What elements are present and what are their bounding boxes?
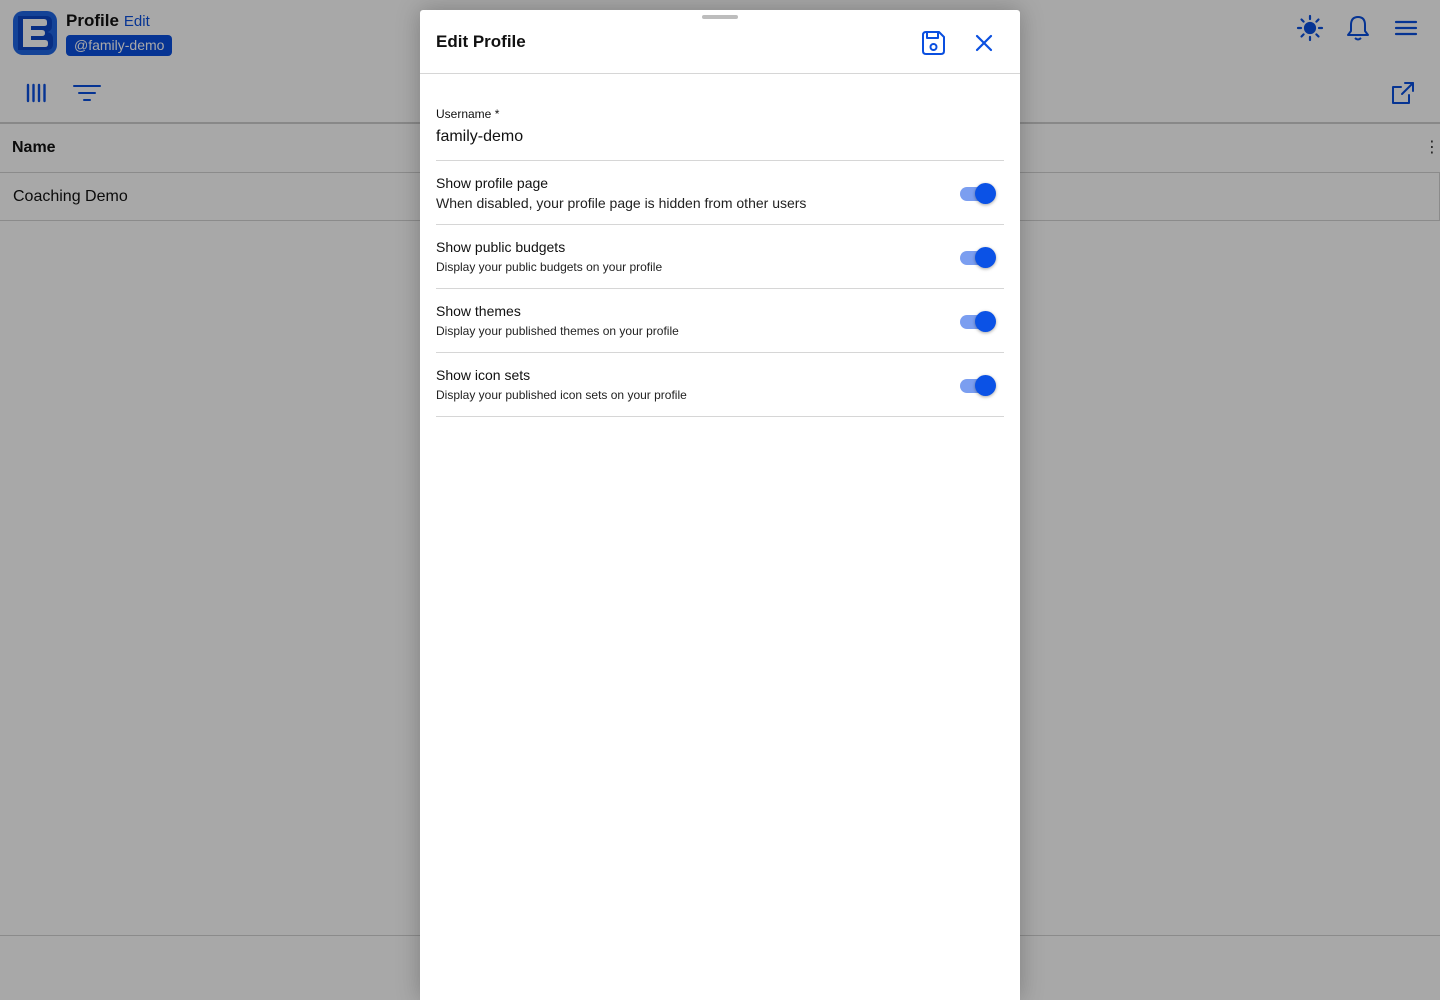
setting-description: Display your published themes on your pr… (436, 324, 679, 338)
username-field: Username * (436, 104, 1004, 161)
setting-title: Show public budgets (436, 239, 566, 255)
save-icon (922, 31, 945, 55)
setting-title: Show icon sets (436, 367, 531, 383)
setting-title: Show profile page (436, 175, 549, 191)
username-input[interactable] (436, 128, 1004, 146)
edit-profile-sheet: Edit Profile Username * Show profile pag… (420, 10, 1020, 1000)
setting-show-public-budgets: Show public budgets Display your public … (436, 225, 1004, 289)
setting-title: Show themes (436, 303, 521, 319)
show-profile-page-toggle[interactable] (960, 182, 996, 204)
setting-description: Display your published icon sets on your… (436, 388, 687, 402)
username-label: Username * (436, 107, 500, 121)
sheet-header: Edit Profile (420, 10, 1020, 74)
setting-description: When disabled, your profile page is hidd… (436, 195, 807, 211)
setting-show-profile-page: Show profile page When disabled, your pr… (436, 161, 1004, 225)
close-button[interactable] (967, 26, 1001, 60)
close-icon (975, 34, 993, 52)
sheet-title: Edit Profile (436, 32, 526, 51)
setting-description: Display your public budgets on your prof… (436, 260, 663, 274)
edit-profile-form: Username * Show profile page When disabl… (436, 104, 1004, 417)
show-public-budgets-toggle[interactable] (960, 246, 996, 268)
sheet-drag-handle[interactable] (702, 15, 738, 19)
show-themes-toggle[interactable] (960, 310, 996, 332)
show-icon-sets-toggle[interactable] (960, 374, 996, 396)
save-button[interactable] (916, 26, 950, 60)
setting-show-icon-sets: Show icon sets Display your published ic… (436, 353, 1004, 417)
setting-show-themes: Show themes Display your published theme… (436, 289, 1004, 353)
